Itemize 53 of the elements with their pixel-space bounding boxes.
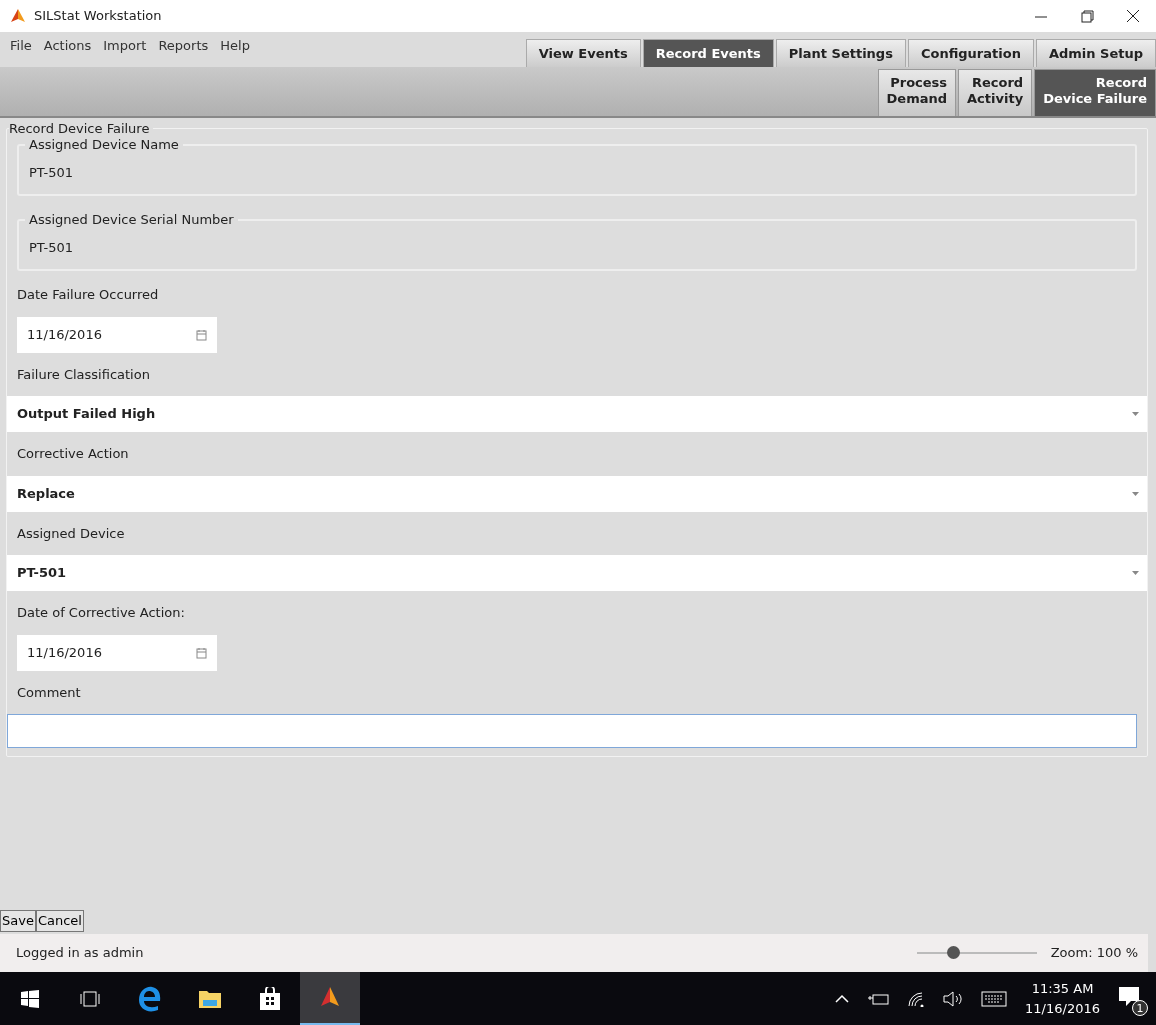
sub-tab[interactable]: Process Demand [877,69,957,116]
tab[interactable]: Admin Setup [1035,38,1156,67]
menu-item[interactable]: Reports [152,35,215,55]
dropdown-caret-icon[interactable] [1132,491,1139,496]
wifi-icon[interactable] [907,990,926,1007]
comment-field[interactable] [7,714,1137,748]
dropdown[interactable]: Output Failed High [7,396,1147,432]
zoom-reading: Zoom: 100 % [1050,944,1138,963]
tab[interactable]: Record Events [642,38,774,67]
tab[interactable]: Configuration [907,38,1034,67]
menu-item[interactable]: Import [97,35,153,55]
dropdown[interactable]: Replace [7,475,1147,512]
group-legend: Assigned Device Serial Number [25,210,238,230]
store-icon[interactable] [259,986,281,1011]
status-text: Logged in as admin [16,944,144,963]
field-label: Corrective Action [17,445,130,463]
battery-icon[interactable] [867,991,890,1006]
menu-item[interactable]: File [4,35,38,55]
form-legend: Record Device Failure [9,122,154,135]
field-value: PT-501 [29,163,75,182]
keyboard-icon[interactable] [981,990,1008,1007]
date-field[interactable]: 11/16/2016 [17,634,217,671]
tab[interactable]: View Events [525,38,641,67]
dropdown-caret-icon[interactable] [1132,571,1139,575]
dropdown[interactable]: PT-501 [7,555,1147,591]
windows-start-icon[interactable] [21,989,39,1008]
tab[interactable]: Plant Settings [775,38,906,67]
action-button[interactable]: Cancel [35,910,84,932]
field-label: Date Failure Occurred [17,286,160,304]
field-label: Assigned Device [17,524,126,543]
clock-time[interactable]: 11:35 AM [1025,979,1100,999]
dropdown-caret-icon[interactable] [1132,412,1139,416]
menu-item[interactable]: Help [214,35,256,55]
field-value: PT-501 [29,238,75,257]
speaker-icon[interactable] [943,990,964,1007]
slider-thumb[interactable] [946,946,960,959]
chevron-up-icon[interactable] [835,994,850,1003]
clock-date[interactable]: 11/16/2016 [1025,998,1100,1018]
sub-tab[interactable]: Record Activity [958,69,1033,116]
group-legend: Assigned Device Name [25,135,183,155]
field-label: Date of Corrective Action: [17,604,186,622]
menu-item[interactable]: Actions [37,35,98,55]
task-view-icon[interactable] [79,990,101,1007]
folder-icon[interactable] [198,988,222,1009]
action-button[interactable]: Save [0,910,36,932]
window-title: SILStat Workstation [34,7,162,26]
app-logo-icon [10,8,26,24]
sub-tab[interactable]: Record Device Failure [1034,69,1156,116]
field-label: Comment [17,683,82,702]
browser-icon[interactable] [138,985,162,1012]
date-field[interactable]: 11/16/2016 [17,316,217,353]
notification-count: 1 [1132,999,1148,1016]
field-label: Failure Classification [17,365,151,384]
